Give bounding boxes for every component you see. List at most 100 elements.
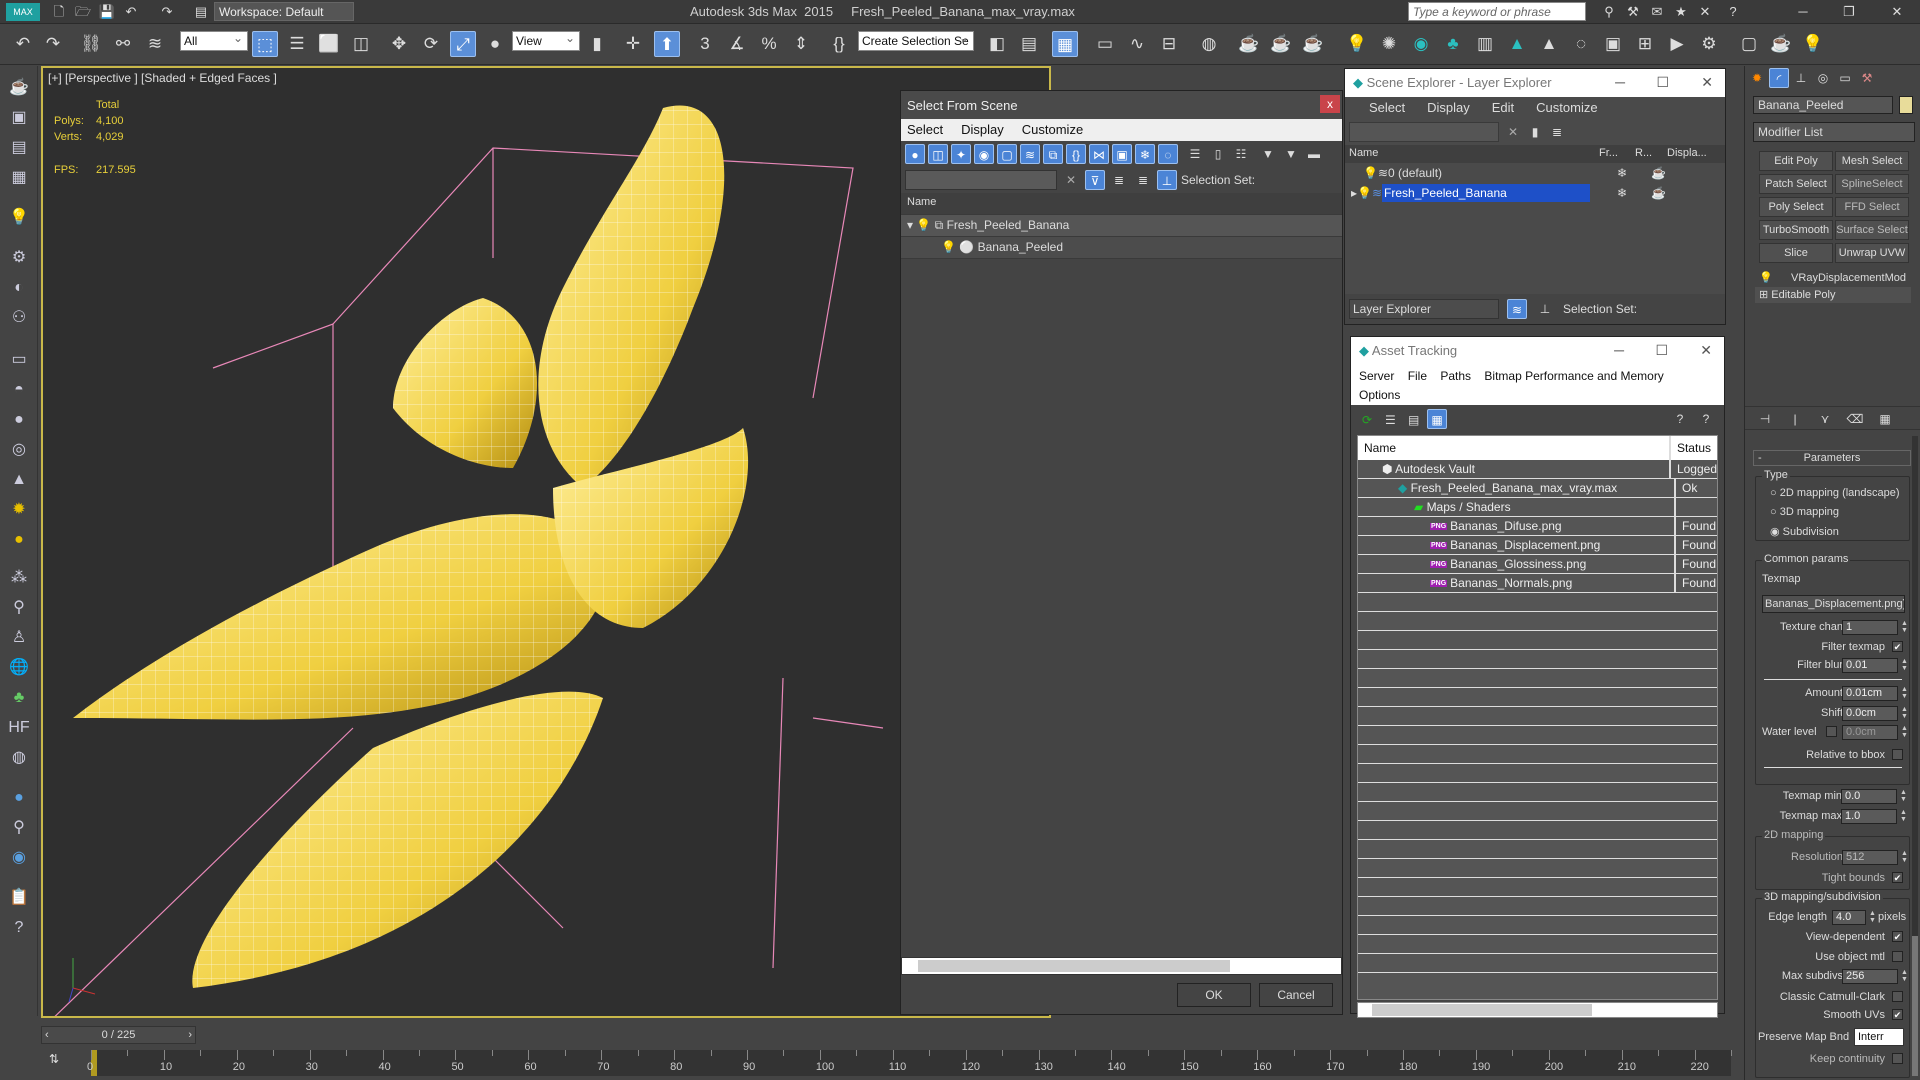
menu-customize[interactable]: Customize xyxy=(1022,122,1083,138)
vray-tools-icon[interactable]: ⚙ xyxy=(1696,31,1722,57)
scrollbar-thumb[interactable] xyxy=(1372,1004,1592,1016)
surface-select-button[interactable]: Surface Select xyxy=(1835,220,1909,240)
help-icon[interactable]: ? xyxy=(1724,3,1742,21)
vray-sphere-icon[interactable]: ▲ xyxy=(1536,31,1562,57)
isolate-icon[interactable]: ◉ xyxy=(6,846,32,870)
layer-manager-icon[interactable]: ▭ xyxy=(1092,31,1118,57)
water-level-input[interactable]: 0.0cm xyxy=(1842,725,1898,740)
object-name-input[interactable]: Banana_Peeled xyxy=(1753,96,1893,114)
select-manipulate-icon[interactable]: ✛ xyxy=(620,31,646,57)
help-circle-icon[interactable]: ? xyxy=(6,916,32,940)
foliage-icon[interactable]: ♣ xyxy=(6,686,32,710)
column-name[interactable]: Name xyxy=(1349,147,1599,161)
snaps-toggle-icon[interactable]: 3 xyxy=(692,31,718,57)
object-color-swatch[interactable] xyxy=(1899,96,1913,114)
unlink-icon[interactable]: ⚯ xyxy=(110,31,136,57)
close-button[interactable]: ✕ xyxy=(1701,74,1713,91)
time-slider[interactable]: ‹ 0 / 225 › xyxy=(41,1026,196,1044)
preserve-map-bnd-dropdown[interactable]: Interr xyxy=(1854,1028,1904,1046)
vray-vfb-icon[interactable]: ▣ xyxy=(1600,31,1626,57)
render-teapot-icon[interactable]: ☕ xyxy=(1651,186,1666,200)
smooth-uvs-checkbox[interactable]: ✔ xyxy=(1892,1009,1903,1020)
minimize-button[interactable]: ─ xyxy=(1615,74,1625,90)
containers-filter-icon[interactable]: ▣ xyxy=(1112,144,1132,164)
column-display[interactable]: Displa... xyxy=(1667,147,1707,161)
vray-camera-icon[interactable]: ◉ xyxy=(1408,31,1434,57)
spinner-snap-icon[interactable]: ⇕ xyxy=(788,31,814,57)
panel-icon[interactable]: ▤ xyxy=(6,136,32,160)
layer-stack-icon[interactable]: ≣ xyxy=(1133,170,1153,190)
expand-plus-icon[interactable]: ⊞ xyxy=(1759,289,1768,301)
select-all-icon[interactable]: ☰ xyxy=(1185,144,1205,164)
vray-plane-icon[interactable]: ▲ xyxy=(1504,31,1530,57)
systems-icon[interactable]: ⚇ xyxy=(6,306,32,330)
select-invert-icon[interactable]: ☷ xyxy=(1231,144,1251,164)
biped-icon[interactable]: ♙ xyxy=(6,626,32,650)
table-row[interactable]: PNG Bananas_Normals.png Found xyxy=(1358,574,1717,593)
light-lister-icon[interactable]: 💡 xyxy=(1800,31,1826,57)
teapot-render-icon[interactable]: ☕ xyxy=(1768,31,1794,57)
texmap-min-input[interactable]: 0.0 xyxy=(1841,789,1897,804)
remove-modifier-icon[interactable]: ⌫ xyxy=(1845,409,1865,429)
lights-filter-icon[interactable]: ✦ xyxy=(951,144,971,164)
table-row[interactable]: ◆ Fresh_Peeled_Banana_max_vray.max Ok xyxy=(1358,479,1717,498)
cone-icon[interactable]: ▲ xyxy=(6,468,32,492)
hair-icon[interactable]: HF xyxy=(6,716,32,740)
box-primitive-icon[interactable]: ▭ xyxy=(6,348,32,372)
edit-named-selection-icon[interactable]: {} xyxy=(826,31,852,57)
help-icon[interactable]: ? xyxy=(1696,409,1716,429)
filter-toggle-icon[interactable]: ⊽ xyxy=(1085,170,1105,190)
close-window-button[interactable]: ✕ xyxy=(1884,2,1910,22)
column-header-name[interactable]: Name xyxy=(901,193,1342,215)
select-none-icon[interactable]: ▯ xyxy=(1208,144,1228,164)
stack-item[interactable]: ⊞ Editable Poly xyxy=(1755,287,1911,303)
redo-icon[interactable]: ↷ xyxy=(40,31,66,57)
pivot-center-icon[interactable]: ▮ xyxy=(584,31,610,57)
selection-filter-dropdown[interactable]: All xyxy=(180,31,248,51)
relative-bbox-checkbox[interactable] xyxy=(1892,749,1903,760)
cameras-filter-icon[interactable]: ◉ xyxy=(974,144,994,164)
texture-chan-spinner[interactable]: ▲ ▼ xyxy=(1900,620,1909,635)
pin-stack-icon[interactable]: ⊣ xyxy=(1755,409,1775,429)
shell-icon[interactable]: ◍ xyxy=(6,746,32,770)
column-freeze[interactable]: Fr... xyxy=(1599,147,1635,161)
save-icon[interactable]: 💾 xyxy=(98,3,116,21)
shift-spinner[interactable]: ▲ ▼ xyxy=(1900,706,1909,721)
table-row[interactable]: PNG Bananas_Difuse.png Found xyxy=(1358,517,1717,536)
maximize-button[interactable]: ❐ xyxy=(1836,2,1862,22)
render-window-icon[interactable]: ▣ xyxy=(6,106,32,130)
next-frame-icon[interactable]: › xyxy=(188,1027,192,1043)
communication-icon[interactable]: ✉ xyxy=(1648,3,1666,21)
tools-icon[interactable]: ⚒ xyxy=(1624,3,1642,21)
vray-proxy-icon[interactable]: ▥ xyxy=(1472,31,1498,57)
resolution-input[interactable]: 512 xyxy=(1842,850,1898,865)
undo-icon[interactable]: ↶ xyxy=(10,31,36,57)
bulb-icon[interactable]: 💡 xyxy=(1363,166,1378,180)
configure-modifier-sets-icon[interactable]: ▦ xyxy=(1875,409,1895,429)
horizontal-scrollbar[interactable] xyxy=(901,957,1342,975)
link-icon[interactable]: ⛓ xyxy=(78,31,104,57)
layer-explorer-icon[interactable]: ≋ xyxy=(1507,299,1527,319)
horizontal-scrollbar[interactable] xyxy=(1357,1002,1718,1018)
vray-mesh-export-icon[interactable]: ⊞ xyxy=(1632,31,1658,57)
display-tab-icon[interactable]: ▭ xyxy=(1835,68,1855,88)
edge-length-input[interactable]: 4.0 xyxy=(1832,910,1866,925)
filter-options-icon[interactable]: ▼ xyxy=(1281,144,1301,164)
favorites-icon[interactable]: ★ xyxy=(1672,3,1690,21)
align-icon[interactable]: ▤ xyxy=(1016,31,1042,57)
find-input[interactable] xyxy=(1349,122,1499,142)
scrollbar-thumb[interactable] xyxy=(918,960,1230,972)
mesh-select-button[interactable]: Mesh Select xyxy=(1835,151,1909,171)
select-object-icon[interactable]: ⬚ xyxy=(252,31,278,57)
geometry-filter-icon[interactable]: ● xyxy=(905,144,925,164)
vray-frame-buffer-icon[interactable]: ▶ xyxy=(1664,31,1690,57)
curve-editor-mini-icon[interactable]: ⇅ xyxy=(49,1052,59,1066)
window-crossing-icon[interactable]: ◫ xyxy=(348,31,374,57)
max-subdivs-input[interactable]: 256 xyxy=(1842,969,1898,984)
modify-tab-icon[interactable]: ◜ xyxy=(1769,68,1789,88)
poly-select-button[interactable]: Poly Select xyxy=(1759,197,1833,217)
sphere-icon[interactable]: ● xyxy=(6,408,32,432)
menu-paths[interactable]: Paths xyxy=(1440,369,1471,383)
help-globe-icon[interactable]: ? xyxy=(1670,409,1690,429)
add-to-layer-icon[interactable]: ≣ xyxy=(1547,122,1567,142)
